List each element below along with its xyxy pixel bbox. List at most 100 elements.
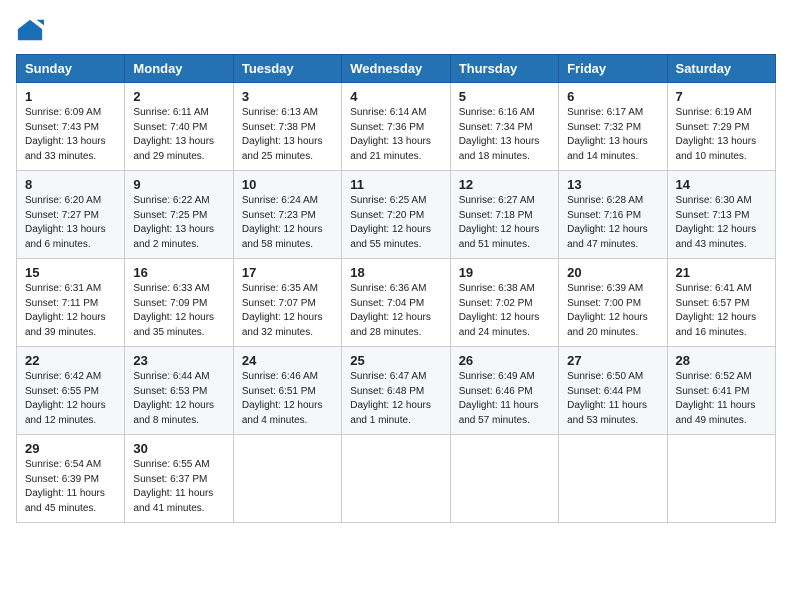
- calendar-cell: 15 Sunrise: 6:31 AMSunset: 7:11 PMDaylig…: [17, 259, 125, 347]
- day-info: Sunrise: 6:16 AMSunset: 7:34 PMDaylight:…: [459, 106, 550, 164]
- day-number: 20: [567, 265, 658, 280]
- day-info: Sunrise: 6:20 AMSunset: 7:27 PMDaylight:…: [25, 194, 116, 252]
- day-info: Sunrise: 6:30 AMSunset: 7:13 PMDaylight:…: [676, 194, 767, 252]
- day-number: 2: [133, 89, 224, 104]
- calendar-cell: 5 Sunrise: 6:16 AMSunset: 7:34 PMDayligh…: [450, 83, 558, 171]
- calendar-week: 15 Sunrise: 6:31 AMSunset: 7:11 PMDaylig…: [17, 259, 776, 347]
- day-number: 7: [676, 89, 767, 104]
- day-number: 19: [459, 265, 550, 280]
- day-info: Sunrise: 6:54 AMSunset: 6:39 PMDaylight:…: [25, 458, 116, 516]
- calendar-cell: 2 Sunrise: 6:11 AMSunset: 7:40 PMDayligh…: [125, 83, 233, 171]
- day-number: 5: [459, 89, 550, 104]
- calendar-week: 29 Sunrise: 6:54 AMSunset: 6:39 PMDaylig…: [17, 435, 776, 523]
- calendar-cell: 6 Sunrise: 6:17 AMSunset: 7:32 PMDayligh…: [559, 83, 667, 171]
- day-info: Sunrise: 6:27 AMSunset: 7:18 PMDaylight:…: [459, 194, 550, 252]
- day-number: 22: [25, 353, 116, 368]
- calendar-cell: [450, 435, 558, 523]
- calendar-cell: 22 Sunrise: 6:42 AMSunset: 6:55 PMDaylig…: [17, 347, 125, 435]
- calendar-cell: 7 Sunrise: 6:19 AMSunset: 7:29 PMDayligh…: [667, 83, 775, 171]
- day-info: Sunrise: 6:44 AMSunset: 6:53 PMDaylight:…: [133, 370, 224, 428]
- day-number: 13: [567, 177, 658, 192]
- day-info: Sunrise: 6:33 AMSunset: 7:09 PMDaylight:…: [133, 282, 224, 340]
- calendar-cell: 26 Sunrise: 6:49 AMSunset: 6:46 PMDaylig…: [450, 347, 558, 435]
- weekday-header: Wednesday: [342, 55, 450, 83]
- day-info: Sunrise: 6:25 AMSunset: 7:20 PMDaylight:…: [350, 194, 441, 252]
- day-number: 29: [25, 441, 116, 456]
- day-info: Sunrise: 6:49 AMSunset: 6:46 PMDaylight:…: [459, 370, 550, 428]
- day-number: 9: [133, 177, 224, 192]
- calendar-week: 22 Sunrise: 6:42 AMSunset: 6:55 PMDaylig…: [17, 347, 776, 435]
- weekday-header: Thursday: [450, 55, 558, 83]
- day-info: Sunrise: 6:50 AMSunset: 6:44 PMDaylight:…: [567, 370, 658, 428]
- calendar-cell: [559, 435, 667, 523]
- day-number: 25: [350, 353, 441, 368]
- weekday-header: Monday: [125, 55, 233, 83]
- day-info: Sunrise: 6:47 AMSunset: 6:48 PMDaylight:…: [350, 370, 441, 428]
- calendar-cell: 3 Sunrise: 6:13 AMSunset: 7:38 PMDayligh…: [233, 83, 341, 171]
- day-number: 16: [133, 265, 224, 280]
- day-info: Sunrise: 6:38 AMSunset: 7:02 PMDaylight:…: [459, 282, 550, 340]
- day-number: 26: [459, 353, 550, 368]
- calendar-cell: 16 Sunrise: 6:33 AMSunset: 7:09 PMDaylig…: [125, 259, 233, 347]
- day-info: Sunrise: 6:28 AMSunset: 7:16 PMDaylight:…: [567, 194, 658, 252]
- day-info: Sunrise: 6:52 AMSunset: 6:41 PMDaylight:…: [676, 370, 767, 428]
- calendar-cell: 10 Sunrise: 6:24 AMSunset: 7:23 PMDaylig…: [233, 171, 341, 259]
- calendar-week: 1 Sunrise: 6:09 AMSunset: 7:43 PMDayligh…: [17, 83, 776, 171]
- weekday-header: Friday: [559, 55, 667, 83]
- calendar-cell: 9 Sunrise: 6:22 AMSunset: 7:25 PMDayligh…: [125, 171, 233, 259]
- day-number: 30: [133, 441, 224, 456]
- calendar-cell: 19 Sunrise: 6:38 AMSunset: 7:02 PMDaylig…: [450, 259, 558, 347]
- day-info: Sunrise: 6:24 AMSunset: 7:23 PMDaylight:…: [242, 194, 333, 252]
- day-number: 8: [25, 177, 116, 192]
- calendar-cell: [233, 435, 341, 523]
- day-number: 6: [567, 89, 658, 104]
- calendar-cell: 25 Sunrise: 6:47 AMSunset: 6:48 PMDaylig…: [342, 347, 450, 435]
- day-info: Sunrise: 6:39 AMSunset: 7:00 PMDaylight:…: [567, 282, 658, 340]
- calendar-cell: 8 Sunrise: 6:20 AMSunset: 7:27 PMDayligh…: [17, 171, 125, 259]
- weekday-header: Sunday: [17, 55, 125, 83]
- day-info: Sunrise: 6:19 AMSunset: 7:29 PMDaylight:…: [676, 106, 767, 164]
- calendar-cell: 1 Sunrise: 6:09 AMSunset: 7:43 PMDayligh…: [17, 83, 125, 171]
- day-info: Sunrise: 6:35 AMSunset: 7:07 PMDaylight:…: [242, 282, 333, 340]
- calendar-cell: 13 Sunrise: 6:28 AMSunset: 7:16 PMDaylig…: [559, 171, 667, 259]
- calendar-cell: 14 Sunrise: 6:30 AMSunset: 7:13 PMDaylig…: [667, 171, 775, 259]
- day-number: 4: [350, 89, 441, 104]
- calendar-cell: 28 Sunrise: 6:52 AMSunset: 6:41 PMDaylig…: [667, 347, 775, 435]
- day-number: 1: [25, 89, 116, 104]
- day-info: Sunrise: 6:36 AMSunset: 7:04 PMDaylight:…: [350, 282, 441, 340]
- day-number: 15: [25, 265, 116, 280]
- day-info: Sunrise: 6:55 AMSunset: 6:37 PMDaylight:…: [133, 458, 224, 516]
- day-info: Sunrise: 6:31 AMSunset: 7:11 PMDaylight:…: [25, 282, 116, 340]
- day-number: 10: [242, 177, 333, 192]
- calendar: SundayMondayTuesdayWednesdayThursdayFrid…: [16, 54, 776, 523]
- calendar-cell: 17 Sunrise: 6:35 AMSunset: 7:07 PMDaylig…: [233, 259, 341, 347]
- calendar-cell: 30 Sunrise: 6:55 AMSunset: 6:37 PMDaylig…: [125, 435, 233, 523]
- calendar-cell: [342, 435, 450, 523]
- calendar-cell: 11 Sunrise: 6:25 AMSunset: 7:20 PMDaylig…: [342, 171, 450, 259]
- calendar-cell: 18 Sunrise: 6:36 AMSunset: 7:04 PMDaylig…: [342, 259, 450, 347]
- day-number: 11: [350, 177, 441, 192]
- calendar-cell: 4 Sunrise: 6:14 AMSunset: 7:36 PMDayligh…: [342, 83, 450, 171]
- day-info: Sunrise: 6:41 AMSunset: 6:57 PMDaylight:…: [676, 282, 767, 340]
- calendar-week: 8 Sunrise: 6:20 AMSunset: 7:27 PMDayligh…: [17, 171, 776, 259]
- day-number: 24: [242, 353, 333, 368]
- calendar-cell: 29 Sunrise: 6:54 AMSunset: 6:39 PMDaylig…: [17, 435, 125, 523]
- calendar-cell: 23 Sunrise: 6:44 AMSunset: 6:53 PMDaylig…: [125, 347, 233, 435]
- page-header: [16, 16, 776, 44]
- day-info: Sunrise: 6:46 AMSunset: 6:51 PMDaylight:…: [242, 370, 333, 428]
- logo-icon: [16, 16, 44, 44]
- day-number: 14: [676, 177, 767, 192]
- weekday-header: Tuesday: [233, 55, 341, 83]
- calendar-cell: 20 Sunrise: 6:39 AMSunset: 7:00 PMDaylig…: [559, 259, 667, 347]
- calendar-cell: [667, 435, 775, 523]
- day-number: 17: [242, 265, 333, 280]
- day-info: Sunrise: 6:14 AMSunset: 7:36 PMDaylight:…: [350, 106, 441, 164]
- day-number: 18: [350, 265, 441, 280]
- logo: [16, 16, 48, 44]
- day-number: 12: [459, 177, 550, 192]
- calendar-cell: 12 Sunrise: 6:27 AMSunset: 7:18 PMDaylig…: [450, 171, 558, 259]
- calendar-cell: 21 Sunrise: 6:41 AMSunset: 6:57 PMDaylig…: [667, 259, 775, 347]
- day-info: Sunrise: 6:11 AMSunset: 7:40 PMDaylight:…: [133, 106, 224, 164]
- day-info: Sunrise: 6:42 AMSunset: 6:55 PMDaylight:…: [25, 370, 116, 428]
- day-info: Sunrise: 6:09 AMSunset: 7:43 PMDaylight:…: [25, 106, 116, 164]
